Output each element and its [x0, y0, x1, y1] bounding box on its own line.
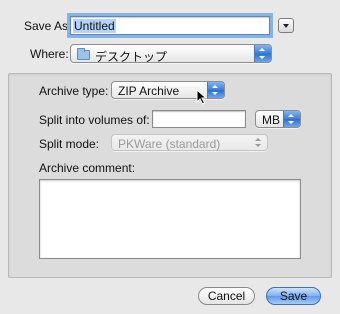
save-as-field[interactable]: Untitled [70, 16, 270, 35]
where-value: デスクトップ [95, 50, 168, 64]
folder-icon [77, 48, 90, 60]
split-volumes-input[interactable] [152, 110, 246, 128]
archive-type-label: Archive type: [39, 84, 109, 98]
popup-arrows-icon [207, 82, 224, 98]
split-mode-value: PKWare (standard) [118, 137, 221, 151]
where-label: Where: [30, 47, 69, 61]
popup-arrows-icon [251, 135, 267, 150]
split-mode-label: Split mode: [39, 137, 100, 151]
save-as-label: Save As: [24, 19, 72, 33]
split-unit-popup[interactable]: MB [255, 110, 301, 128]
archive-type-value: ZIP Archive [118, 84, 180, 98]
save-as-value: Untitled [73, 19, 116, 33]
cancel-button[interactable]: Cancel [198, 287, 255, 305]
expand-disclosure-button[interactable] [278, 18, 294, 33]
archive-comment-textarea[interactable] [39, 179, 301, 259]
split-unit-value: MB [262, 113, 280, 127]
archive-comment-label: Archive comment: [39, 161, 136, 175]
popup-arrows-icon [283, 111, 300, 127]
popup-arrows-icon [254, 45, 271, 62]
where-popup[interactable]: デスクトップ [70, 44, 272, 64]
split-mode-popup[interactable]: PKWare (standard) [111, 134, 268, 151]
mouse-cursor-icon [196, 89, 208, 105]
split-volumes-label: Split into volumes of: [39, 113, 150, 127]
save-button[interactable]: Save [266, 287, 321, 305]
